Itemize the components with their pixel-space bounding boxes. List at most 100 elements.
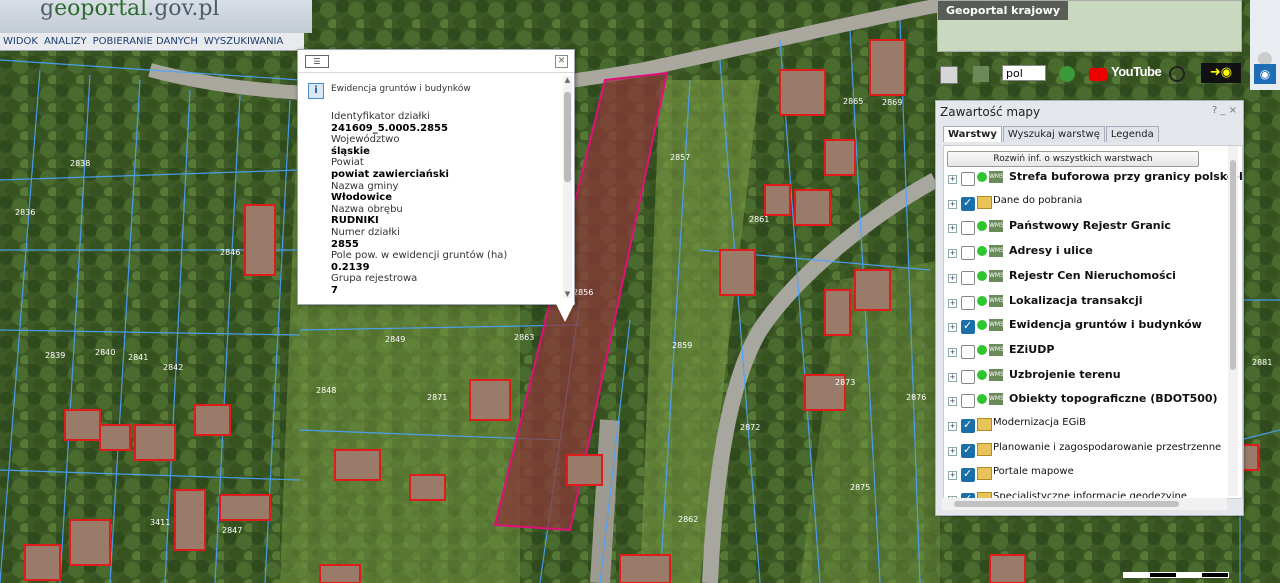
layer-row[interactable]: + Portale mapowe [947,465,1237,487]
expand-icon[interactable]: + [948,471,957,481]
layer-checkbox[interactable] [961,319,975,335]
layer-row[interactable]: + WMS Rejestr Cen Nieruchomości [947,268,1237,290]
svg-text:2873: 2873 [835,378,855,387]
status-dot-icon [977,172,987,182]
layer-name[interactable]: Państwowy Rejestr Granic [1009,219,1171,232]
eye-icon[interactable]: ◉ [1254,64,1276,84]
expand-all-button[interactable]: Rozwiń inf. o wszystkich warstwach [947,151,1199,167]
layer-row[interactable]: + WMS Państwowy Rejestr Granic [947,218,1237,240]
expand-icon[interactable]: + [948,298,957,308]
layer-checkbox[interactable] [961,443,975,458]
layer-name[interactable]: Planowanie i zagospodarowanie przestrzen… [993,442,1221,453]
layer-row[interactable]: + Planowanie i zagospodarowanie przestrze… [947,441,1237,463]
layer-checkbox[interactable] [961,221,975,236]
layer-checkbox[interactable] [961,369,975,384]
layer-row[interactable]: + Modernizacja EGiB [947,416,1237,438]
expand-icon[interactable]: + [948,175,957,184]
layer-row[interactable]: + WMS Ewidencja gruntów i budynków [947,317,1237,339]
layer-name[interactable]: Rejestr Cen Nieruchomości [1009,269,1176,282]
menu-icon[interactable]: ☰ [305,55,329,68]
scroll-thumb[interactable] [564,92,571,182]
scroll-thumb[interactable] [954,501,1179,507]
help-icon[interactable] [1059,66,1075,82]
tab-wyszukaj[interactable]: Wyszukaj warstwę [1002,126,1105,142]
panel-tabs: Warstwy Wyszukaj warstwę Legenda [943,126,1160,145]
nav-pobieranie[interactable]: POBIERANIE DANYCH [90,33,201,50]
svg-text:2842: 2842 [163,363,183,372]
layer-checkbox[interactable] [961,270,975,285]
layer-checkbox[interactable] [961,172,975,186]
layer-name[interactable]: Uzbrojenie terenu [1009,368,1121,381]
expand-icon[interactable]: + [948,397,957,407]
layer-checkbox[interactable] [961,246,975,261]
wms-icon[interactable] [973,66,989,82]
wms-icon: WMS [989,294,1004,307]
info-icon: i [308,83,324,99]
svg-text:2849: 2849 [385,335,405,344]
layer-name[interactable]: Modernizacja EGiB [993,417,1086,428]
layer-row[interactable]: + Dane do pobrania [947,194,1237,216]
layer-name[interactable]: Obiekty topograficzne (BDOT500) [1009,392,1218,405]
layer-row[interactable]: + WMS Lokalizacja transakcji [947,293,1237,315]
youtube-icon[interactable] [1089,68,1107,81]
contrast-icon[interactable]: ➜◉ [1201,63,1241,83]
layer-name[interactable]: Portale mapowe [993,466,1074,477]
expand-icon[interactable]: + [948,249,957,259]
wms-icon: WMS [989,393,1004,406]
tab-warstwy[interactable]: Warstwy [943,126,1002,142]
layer-name[interactable]: EZiUDP [1009,343,1054,356]
nav-analizy[interactable]: ANALIZY [41,33,90,50]
close-icon[interactable]: ✕ [555,55,568,68]
layer-row[interactable]: + WMS EZiUDP [947,342,1237,364]
expand-icon[interactable]: + [948,347,957,357]
wms-icon: WMS [989,368,1004,381]
popup-pointer [555,302,575,322]
panel-horizontal-scrollbar[interactable] [942,498,1227,510]
field-value: powiat zawierciański [331,168,449,180]
expand-icon[interactable]: + [948,224,957,234]
site-logo[interactable]: geoportal.gov.pl [40,0,219,21]
logo-banner[interactable]: geoportal.gov.pl [0,0,312,33]
expand-icon[interactable]: + [948,422,957,431]
expand-icon[interactable]: + [948,372,957,382]
layer-row[interactable]: + WMS Strefa buforowa przy granicy polsko-… [947,169,1242,191]
layer-row[interactable]: + WMS Adresy i ulice [947,243,1237,265]
expand-icon[interactable]: + [948,446,957,456]
status-dot-icon [977,369,987,380]
svg-text:2862: 2862 [678,515,698,524]
layer-name[interactable]: Dane do pobrania [993,195,1082,206]
layer-name[interactable]: Lokalizacja transakcji [1009,294,1143,307]
nav-wyszukiwania[interactable]: WYSZUKIWANIA [201,33,286,50]
svg-text:2846: 2846 [220,248,240,257]
layer-checkbox[interactable] [961,394,975,409]
panel-vertical-scrollbar[interactable] [1228,146,1238,496]
nav-widok[interactable]: WIDOK [0,33,41,50]
layer-name[interactable]: Strefa buforowa przy granicy polsko-biał… [1009,170,1242,183]
tab-legenda[interactable]: Legenda [1105,126,1159,142]
language-select[interactable]: pol [1002,65,1046,81]
svg-text:2848: 2848 [316,386,336,395]
layer-checkbox[interactable] [961,295,975,310]
youtube-label[interactable]: YouTube [1111,64,1162,84]
layer-checkbox[interactable] [961,467,975,483]
layer-row[interactable]: + WMS Uzbrojenie terenu [947,367,1237,389]
scroll-down-icon[interactable]: ▼ [563,290,572,298]
layer-name[interactable]: Adresy i ulice [1009,244,1093,257]
status-dot-icon [977,320,987,331]
layer-checkbox[interactable] [961,418,975,433]
panel-window-buttons[interactable]: ? _ × [1212,105,1237,116]
expand-icon[interactable]: + [948,273,957,283]
minimap[interactable]: Geoportal krajowy [937,0,1242,52]
scroll-thumb[interactable] [1230,160,1236,370]
layer-name[interactable]: Ewidencja gruntów i budynków [1009,318,1202,331]
layer-checkbox[interactable] [961,196,975,211]
accessibility-icon[interactable] [1169,66,1185,82]
layer-checkbox[interactable] [961,344,975,359]
svg-text:2841: 2841 [128,353,148,362]
expand-icon[interactable]: + [948,199,957,209]
print-icon[interactable] [940,66,958,84]
scroll-up-icon[interactable]: ▲ [563,76,572,84]
layer-row[interactable]: + WMS Obiekty topograficzne (BDOT500) [947,391,1237,413]
expand-icon[interactable]: + [948,323,957,333]
popup-scrollbar[interactable]: ▲ ▼ [563,76,572,298]
